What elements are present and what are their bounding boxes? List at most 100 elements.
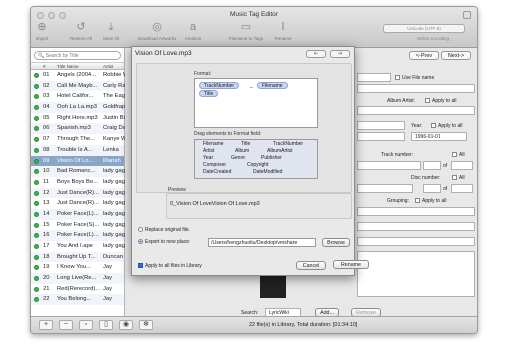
album-field[interactable]: [357, 121, 405, 130]
prev-button[interactable]: <-Prev: [409, 51, 439, 60]
album-artist-apply-checkbox[interactable]: Apply to all: [425, 98, 456, 104]
element-token[interactable]: DateModified: [253, 169, 282, 175]
list-item[interactable]: 11 Boys Boys Bo... lady gag: [31, 177, 125, 188]
element-token[interactable]: DateCreated: [203, 169, 231, 175]
track-all-checkbox[interactable]: All: [452, 152, 465, 158]
track-number: 21: [43, 285, 50, 292]
dialog-rename-button[interactable]: Rename: [333, 260, 369, 269]
format-separator[interactable]: _: [250, 83, 253, 89]
lyrics-field[interactable]: [357, 251, 475, 297]
dialog-forward-button[interactable]: ->: [330, 50, 350, 58]
list-item[interactable]: 18 Brought Up T... Duncan: [31, 251, 124, 263]
save-all-button[interactable]: ⤓ Save All: [94, 20, 128, 41]
col-num[interactable]: #: [43, 63, 46, 70]
list-item[interactable]: 22 You Belong... Jay: [31, 294, 124, 306]
list-item[interactable]: 12 Just Dance(R)... lady gag: [31, 187, 125, 199]
list-item[interactable]: 19 I Know You... Jay: [31, 262, 124, 273]
list-item[interactable]: 07 Through The... Kanye W: [31, 134, 125, 145]
list-item[interactable]: 09 Vision Of Lo... Mariah: [31, 155, 124, 167]
restore-all-button[interactable]: ↺ Restore All: [64, 20, 98, 41]
remove-file-button[interactable]: −: [59, 320, 73, 330]
year-label: Year:: [411, 123, 423, 129]
track-number: 02: [43, 82, 50, 89]
composer-field[interactable]: [357, 184, 413, 193]
download-artworks-button[interactable]: ◎ Download Artworks: [135, 20, 179, 41]
download-artworks-label: Download Artworks: [137, 36, 177, 41]
element-token[interactable]: Filename: [203, 141, 224, 147]
track-total-field[interactable]: [451, 161, 473, 170]
list-item[interactable]: 21 Red(Rerecord)... Jay: [31, 284, 124, 295]
copyright-field[interactable]: [357, 237, 475, 246]
disc-all-label: All: [459, 175, 465, 181]
export-new-place-radio[interactable]: Export to new place:: [138, 239, 190, 245]
comment-field[interactable]: [357, 222, 475, 231]
rename-button[interactable]: Ⅰ Rename: [266, 20, 300, 41]
amazon-button[interactable]: a Amazon: [176, 20, 210, 41]
search-input[interactable]: 🔍 Search by Title: [34, 51, 121, 60]
element-token[interactable]: Genre: [231, 155, 245, 161]
status-dot-icon: [34, 94, 39, 100]
import-button[interactable]: ⊕ Import: [31, 20, 59, 41]
dialog-back-button[interactable]: <-: [306, 50, 326, 58]
settings-button[interactable]: ✻: [139, 320, 153, 330]
format-token[interactable]: TrackNumber: [199, 82, 240, 89]
use-file-name-checkbox[interactable]: Use File name: [395, 75, 434, 81]
list-item[interactable]: 16 Poker Face(L)... lady gag: [31, 230, 125, 241]
list-item[interactable]: 02 Call Me Mayb... Carly Ra: [31, 80, 125, 92]
title-field[interactable]: [357, 84, 475, 93]
col-artist[interactable]: Artist: [103, 63, 113, 70]
element-token[interactable]: AlbumArtist: [267, 148, 293, 154]
list-item[interactable]: 20 Long Live(Re... Jay: [31, 273, 124, 284]
filename-to-tags-button[interactable]: ▭ Filename to Tags: [224, 20, 268, 41]
element-token[interactable]: Year: [203, 155, 213, 161]
list-item[interactable]: 14 Poker Face(L)... lady gag: [31, 208, 125, 220]
format-field[interactable]: TrackNumber _ Filename Title: [194, 78, 318, 128]
track-title: Just Dance(R)...: [57, 200, 99, 207]
disc-total-field[interactable]: [451, 184, 473, 193]
track-number-field[interactable]: [423, 161, 441, 170]
trash-button[interactable]: ▯: [99, 320, 113, 330]
status-dot-icon: [34, 158, 39, 164]
element-token[interactable]: Publisher: [261, 155, 282, 161]
col-title[interactable]: Title Name: [57, 63, 79, 70]
format-token[interactable]: Filename: [257, 82, 288, 89]
album-artist-field[interactable]: [357, 106, 475, 115]
next-button[interactable]: Next->: [441, 51, 471, 60]
genre-select[interactable]: [357, 161, 421, 170]
filename-field[interactable]: [357, 73, 391, 82]
grouping-apply-checkbox[interactable]: Apply to all: [415, 198, 446, 204]
list-item[interactable]: 10 Bad Romanc... lady gag: [31, 166, 125, 177]
fullscreen-button[interactable]: [463, 11, 471, 19]
element-token[interactable]: Composer: [203, 162, 226, 168]
apply-all-files-checkbox[interactable]: Apply to all files in Library: [138, 263, 202, 269]
list-item[interactable]: 03 Hotel Califor... The Eag: [31, 91, 125, 102]
disc-all-checkbox[interactable]: All: [452, 175, 465, 181]
list-item[interactable]: 15 Poker Face(S)... lady gag: [31, 220, 125, 231]
list-item[interactable]: 13 Just Dance(R)... lady gag: [31, 198, 125, 209]
disc-number-field[interactable]: [423, 184, 441, 193]
export-path-field[interactable]: /Users/hengzhuoliu/Desktop/vmshare: [208, 238, 316, 247]
browse-button[interactable]: Browse: [322, 238, 350, 247]
artist-field[interactable]: [357, 132, 405, 141]
cancel-button[interactable]: Cancel: [296, 261, 326, 270]
list-item[interactable]: 01 Angels (2004... Robbie W: [31, 70, 125, 81]
list-item[interactable]: 04 Ooh La La.mp3 Goldfrap: [31, 102, 125, 113]
element-token[interactable]: Copyright: [247, 162, 268, 168]
list-item[interactable]: 05 Right Here.mp3 Justin Bi: [31, 113, 125, 124]
element-token[interactable]: Album: [235, 148, 249, 154]
year-field[interactable]: 1996-01-01: [411, 132, 467, 141]
list-item[interactable]: 06 Spanish.mp3 Craig Da: [31, 123, 125, 135]
lock-button[interactable]: ▫: [79, 320, 93, 330]
grouping-field[interactable]: [357, 207, 475, 216]
list-item[interactable]: 17 You And I.ape lady gag: [31, 241, 125, 252]
element-token[interactable]: Artist: [203, 148, 214, 154]
preview-button[interactable]: ◉: [119, 320, 133, 330]
element-token[interactable]: Title: [241, 141, 250, 147]
encoding-select[interactable]: Unicode (UTF-8): [383, 24, 465, 33]
replace-original-radio[interactable]: Replace original file.: [138, 227, 190, 233]
format-token[interactable]: Title: [199, 90, 219, 97]
element-token[interactable]: TrackNumber: [273, 141, 303, 147]
add-file-button[interactable]: +: [39, 320, 53, 330]
year-apply-checkbox[interactable]: Apply to all: [431, 123, 462, 129]
list-item[interactable]: 08 Trouble Is A... Lenka: [31, 144, 124, 156]
